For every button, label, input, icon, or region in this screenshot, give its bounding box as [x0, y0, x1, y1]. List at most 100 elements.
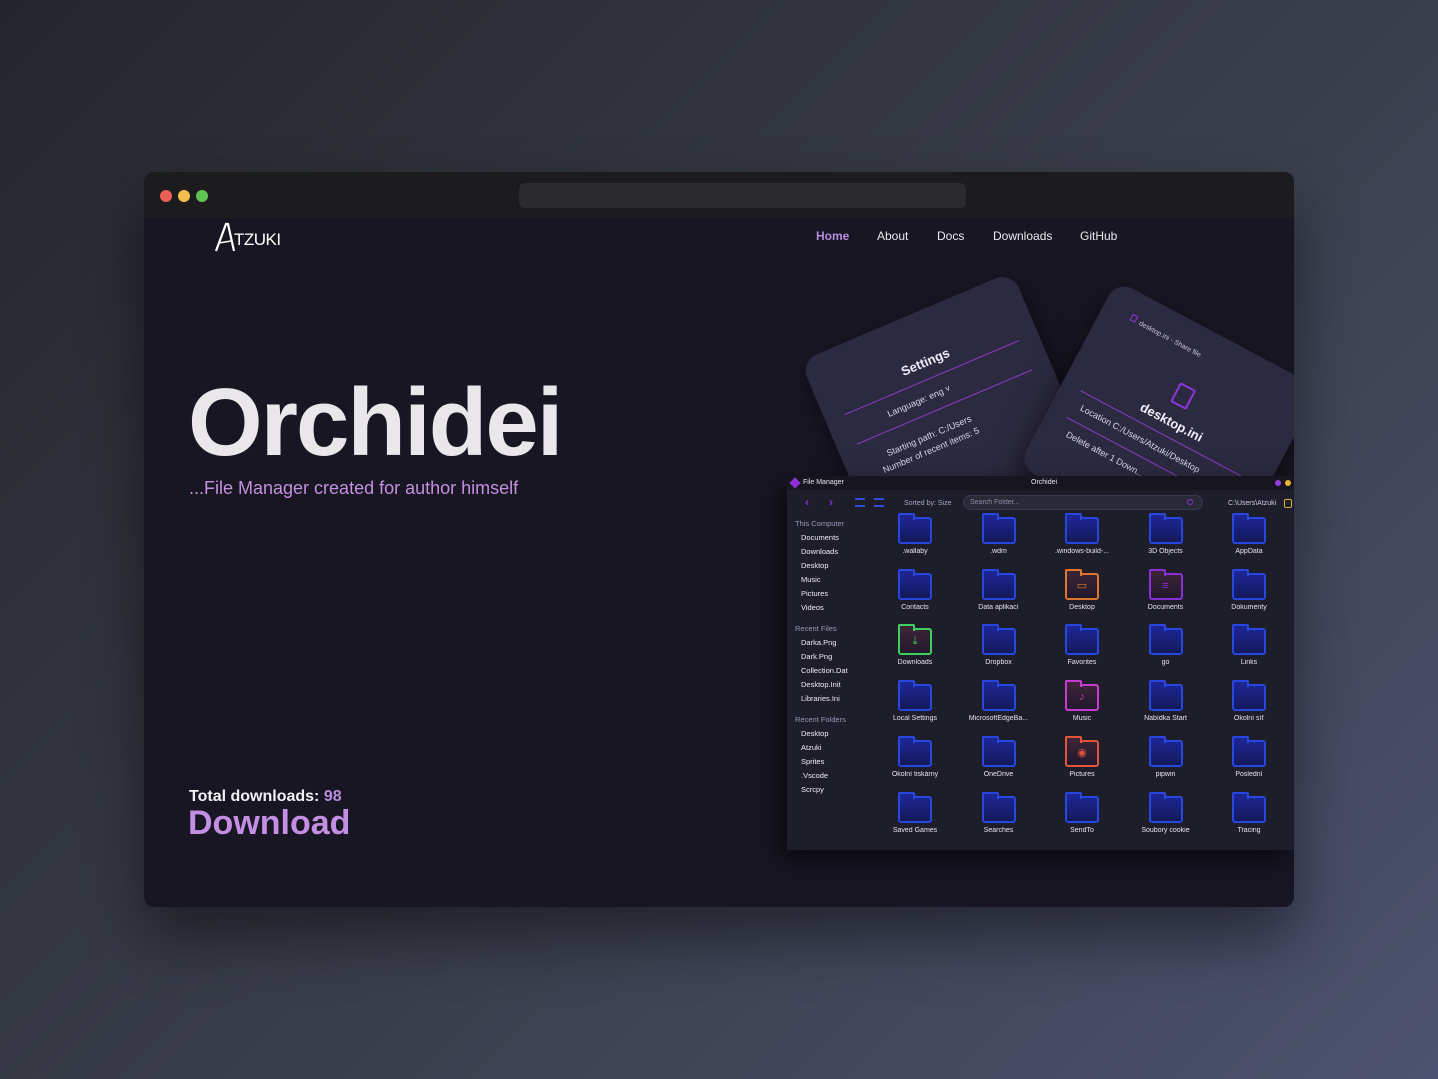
folder-tile[interactable]: SendTo [1044, 791, 1120, 845]
folder-label: MicrosoftEdgeBa... [968, 715, 1029, 723]
fm-minimize-button[interactable] [1285, 480, 1291, 486]
search-input[interactable] [970, 497, 1170, 508]
folder-tile[interactable]: Poslední [1211, 735, 1287, 789]
folder-icon [1148, 735, 1183, 767]
hero-title: Orchidei [188, 369, 563, 476]
recent-folder-item[interactable]: Atzuki [801, 743, 821, 752]
forward-arrow-icon[interactable]: › [829, 495, 833, 509]
recent-folder-item[interactable]: .Vscode [801, 771, 828, 780]
folder-tile[interactable]: Soubory cookie [1128, 791, 1204, 845]
recent-folder-item[interactable]: Desktop [801, 729, 829, 738]
main-nav: Home About Docs Downloads GitHub [144, 229, 1294, 249]
folder-tile[interactable]: Data aplikací [961, 568, 1037, 622]
sidebar-item-desktop[interactable]: Desktop [801, 561, 829, 570]
recent-folder-item[interactable]: Scrcpy [801, 785, 824, 794]
folder-tile[interactable]: ◉ Pictures [1044, 735, 1120, 789]
folder-tile[interactable]: .wdm [961, 513, 1037, 566]
search-icon[interactable] [1187, 499, 1193, 505]
folder-label: go [1161, 659, 1170, 667]
folder-label: Nabídka Start [1144, 715, 1187, 723]
folder-icon [981, 791, 1016, 823]
recent-folder-item[interactable]: Sprites [801, 757, 824, 766]
folder-tile[interactable]: Dokumenty [1211, 568, 1287, 622]
recent-file-item[interactable]: Darka.Png [801, 638, 836, 647]
folder-label: AppData [1235, 548, 1263, 555]
folder-icon [898, 568, 932, 600]
folder-tile[interactable]: ▭ Desktop [1044, 568, 1120, 622]
recent-file-item[interactable]: Collection.Dat [801, 666, 848, 675]
sidebar-item-downloads[interactable]: Downloads [801, 547, 838, 556]
download-button[interactable]: Download [188, 804, 350, 843]
sorted-by-label[interactable]: Sorted by: Size [904, 500, 951, 507]
folder-icon [1065, 624, 1099, 656]
nav-about[interactable]: About [877, 229, 908, 243]
sort-ascending-icon[interactable] [855, 498, 865, 507]
copy-path-icon[interactable] [1284, 499, 1292, 508]
folder-tile[interactable]: pipwin [1128, 735, 1204, 789]
folder-tile[interactable]: .wallaby [877, 513, 953, 566]
folder-tile[interactable]: .windows-build-... [1044, 513, 1120, 566]
folder-tile[interactable]: Saved Games [877, 791, 953, 845]
nav-downloads[interactable]: Downloads [993, 229, 1052, 243]
folder-label: Saved Games [892, 826, 938, 834]
nav-home[interactable]: Home [816, 229, 849, 243]
folder-icon [981, 624, 1016, 656]
section-this-computer: This Computer [795, 519, 845, 528]
fm-close-button[interactable] [1275, 480, 1281, 486]
music-glyph-icon: ♪ [1079, 691, 1085, 704]
section-recent-folders: Recent Folders [795, 715, 846, 724]
total-downloads-count: 98 [323, 788, 342, 805]
folder-tile[interactable]: AppData [1211, 513, 1287, 566]
folder-tile[interactable]: Contacts [877, 568, 953, 622]
folder-icon [981, 568, 1016, 600]
folder-tile[interactable]: Dropbox [961, 624, 1037, 677]
folder-tile[interactable]: OneDrive [961, 735, 1037, 789]
recent-file-item[interactable]: Desktop.Init [801, 680, 841, 689]
folder-tile[interactable]: MicrosoftEdgeBa... [961, 680, 1037, 733]
folder-label: OneDrive [983, 770, 1014, 778]
recent-file-item[interactable]: Libraries.Ini [801, 694, 840, 703]
folder-label: Data aplikací [978, 603, 1019, 611]
folder-label: Local Settings [893, 715, 937, 723]
folder-label: Dropbox [985, 659, 1012, 667]
file-icon [1170, 382, 1197, 410]
close-window-button[interactable] [160, 190, 172, 202]
folder-tile[interactable]: Links [1211, 624, 1287, 677]
folder-tile[interactable]: Nabídka Start [1128, 680, 1204, 733]
nav-docs[interactable]: Docs [937, 229, 964, 243]
folder-icon [1232, 624, 1266, 656]
back-arrow-icon[interactable]: ‹ [805, 495, 809, 509]
folder-tile[interactable]: ♪ Music [1044, 680, 1120, 733]
folder-tile[interactable]: Tracing [1211, 791, 1287, 845]
sidebar-item-music[interactable]: Music [801, 575, 821, 584]
folder-label: Searches [983, 826, 1014, 834]
folder-tile[interactable]: Searches [961, 791, 1037, 845]
maximize-window-button[interactable] [196, 190, 208, 202]
address-bar[interactable] [519, 183, 966, 208]
share-card-header: desktop.ini - Share file [1129, 313, 1203, 359]
folder-tile[interactable]: 3D Objects [1128, 513, 1204, 566]
folder-icon [898, 680, 932, 712]
minimize-window-button[interactable] [178, 190, 190, 202]
folder-tile[interactable]: Favorites [1044, 624, 1120, 677]
sidebar-item-videos[interactable]: Videos [801, 603, 824, 612]
folder-tile[interactable]: ≡ Documents [1128, 568, 1204, 622]
file-manager-window: File Manager Orchidei ‹ › Sorted by: Siz… [787, 476, 1294, 850]
folder-tile[interactable]: Okolní tiskárny [877, 735, 953, 789]
desktop-folder-icon: ▭ [1065, 568, 1099, 600]
share-icon [1129, 313, 1139, 323]
folder-label: Okolní tiskárny [891, 770, 939, 778]
folder-label: pipwin [1155, 770, 1176, 778]
sidebar-item-pictures[interactable]: Pictures [801, 589, 828, 598]
language-setting[interactable]: Language: eng ˅ [886, 383, 952, 419]
nav-github[interactable]: GitHub [1080, 229, 1117, 243]
section-recent-files: Recent Files [795, 624, 837, 633]
folder-tile[interactable]: go [1128, 624, 1204, 677]
sidebar-item-documents[interactable]: Documents [801, 533, 839, 542]
folder-tile[interactable]: ⤓ Downloads [877, 624, 953, 677]
folder-tile[interactable]: Local Settings [877, 680, 953, 733]
sort-descending-icon[interactable] [874, 498, 884, 507]
recent-file-item[interactable]: Dark.Png [801, 652, 832, 661]
folder-icon [1232, 513, 1266, 544]
folder-tile[interactable]: Okolní síť [1211, 680, 1287, 733]
